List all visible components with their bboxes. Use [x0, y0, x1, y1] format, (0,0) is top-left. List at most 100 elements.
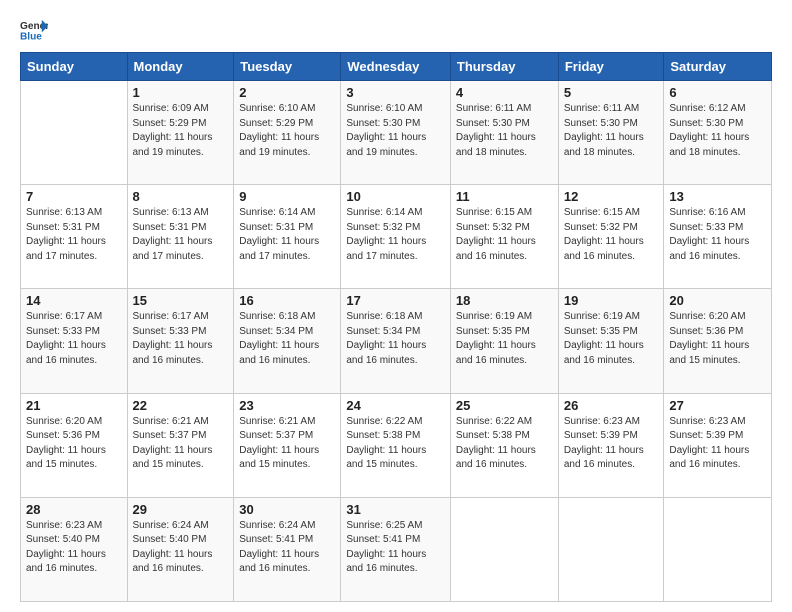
day-number: 26	[564, 398, 659, 413]
calendar-cell: 11 Sunrise: 6:15 AM Sunset: 5:32 PM Dayli…	[450, 185, 558, 289]
cell-info: Sunrise: 6:12 AM Sunset: 5:30 PM Dayligh…	[669, 102, 766, 160]
calendar-cell: 27 Sunrise: 6:23 AM Sunset: 5:39 PM Dayli…	[664, 393, 772, 497]
day-number: 21	[26, 398, 122, 413]
calendar-cell: 28 Sunrise: 6:23 AM Sunset: 5:40 PM Dayli…	[21, 497, 128, 601]
day-number: 23	[239, 398, 335, 413]
calendar-cell	[21, 81, 128, 185]
calendar-cell: 9 Sunrise: 6:14 AM Sunset: 5:31 PM Daylig…	[234, 185, 341, 289]
day-number: 12	[564, 189, 659, 204]
cell-info: Sunrise: 6:10 AM Sunset: 5:30 PM Dayligh…	[346, 102, 445, 160]
header: General Blue	[20, 18, 772, 42]
calendar-cell: 3 Sunrise: 6:10 AM Sunset: 5:30 PM Daylig…	[341, 81, 451, 185]
calendar-cell	[450, 497, 558, 601]
day-number: 14	[26, 293, 122, 308]
cell-info: Sunrise: 6:14 AM Sunset: 5:32 PM Dayligh…	[346, 206, 445, 264]
cell-info: Sunrise: 6:15 AM Sunset: 5:32 PM Dayligh…	[564, 206, 659, 264]
calendar-cell: 14 Sunrise: 6:17 AM Sunset: 5:33 PM Dayli…	[21, 289, 128, 393]
cell-info: Sunrise: 6:14 AM Sunset: 5:31 PM Dayligh…	[239, 206, 335, 264]
weekday-header-cell: Saturday	[664, 53, 772, 81]
day-number: 31	[346, 502, 445, 517]
calendar-week-row: 7 Sunrise: 6:13 AM Sunset: 5:31 PM Daylig…	[21, 185, 772, 289]
logo-icon: General Blue	[20, 18, 48, 42]
cell-info: Sunrise: 6:25 AM Sunset: 5:41 PM Dayligh…	[346, 519, 445, 577]
calendar-cell: 5Sunrise: 6:11 AM Sunset: 5:30 PM Daylig…	[558, 81, 664, 185]
day-number: 10	[346, 189, 445, 204]
cell-info: Sunrise: 6:21 AM Sunset: 5:37 PM Dayligh…	[239, 415, 335, 473]
day-number: 4	[456, 85, 553, 100]
calendar-cell: 16Sunrise: 6:18 AM Sunset: 5:34 PM Dayli…	[234, 289, 341, 393]
day-number: 8	[133, 189, 229, 204]
day-number: 2	[239, 85, 335, 100]
cell-info: Sunrise: 6:17 AM Sunset: 5:33 PM Dayligh…	[133, 310, 229, 368]
day-number: 30	[239, 502, 335, 517]
cell-info: Sunrise: 6:20 AM Sunset: 5:36 PM Dayligh…	[26, 415, 122, 473]
svg-text:Blue: Blue	[20, 31, 42, 42]
calendar-cell	[664, 497, 772, 601]
calendar-cell: 31 Sunrise: 6:25 AM Sunset: 5:41 PM Dayli…	[341, 497, 451, 601]
calendar-week-row: 21 Sunrise: 6:20 AM Sunset: 5:36 PM Dayli…	[21, 393, 772, 497]
cell-info: Sunrise: 6:24 AM Sunset: 5:40 PM Dayligh…	[133, 519, 229, 577]
calendar-cell: 19 Sunrise: 6:19 AM Sunset: 5:35 PM Dayli…	[558, 289, 664, 393]
calendar-cell: 6 Sunrise: 6:12 AM Sunset: 5:30 PM Daylig…	[664, 81, 772, 185]
calendar-week-row: 14 Sunrise: 6:17 AM Sunset: 5:33 PM Dayli…	[21, 289, 772, 393]
day-number: 19	[564, 293, 659, 308]
day-number: 11	[456, 189, 553, 204]
calendar-cell: 21 Sunrise: 6:20 AM Sunset: 5:36 PM Dayli…	[21, 393, 128, 497]
day-number: 17	[346, 293, 445, 308]
day-number: 20	[669, 293, 766, 308]
cell-info: Sunrise: 6:15 AM Sunset: 5:32 PM Dayligh…	[456, 206, 553, 264]
cell-info: Sunrise: 6:22 AM Sunset: 5:38 PM Dayligh…	[346, 415, 445, 473]
weekday-header-cell: Tuesday	[234, 53, 341, 81]
calendar-cell: 1 Sunrise: 6:09 AM Sunset: 5:29 PM Daylig…	[127, 81, 234, 185]
calendar-week-row: 28 Sunrise: 6:23 AM Sunset: 5:40 PM Dayli…	[21, 497, 772, 601]
day-number: 27	[669, 398, 766, 413]
calendar-cell: 29 Sunrise: 6:24 AM Sunset: 5:40 PM Dayli…	[127, 497, 234, 601]
cell-info: Sunrise: 6:20 AM Sunset: 5:36 PM Dayligh…	[669, 310, 766, 368]
calendar-cell: 18Sunrise: 6:19 AM Sunset: 5:35 PM Dayli…	[450, 289, 558, 393]
cell-info: Sunrise: 6:23 AM Sunset: 5:39 PM Dayligh…	[564, 415, 659, 473]
day-number: 1	[133, 85, 229, 100]
cell-info: Sunrise: 6:24 AM Sunset: 5:41 PM Dayligh…	[239, 519, 335, 577]
calendar-cell: 25Sunrise: 6:22 AM Sunset: 5:38 PM Dayli…	[450, 393, 558, 497]
calendar-cell: 13 Sunrise: 6:16 AM Sunset: 5:33 PM Dayli…	[664, 185, 772, 289]
cell-info: Sunrise: 6:17 AM Sunset: 5:33 PM Dayligh…	[26, 310, 122, 368]
day-number: 25	[456, 398, 553, 413]
day-number: 6	[669, 85, 766, 100]
calendar-cell: 10 Sunrise: 6:14 AM Sunset: 5:32 PM Dayli…	[341, 185, 451, 289]
day-number: 5	[564, 85, 659, 100]
weekday-header-cell: Thursday	[450, 53, 558, 81]
cell-info: Sunrise: 6:09 AM Sunset: 5:29 PM Dayligh…	[133, 102, 229, 160]
calendar-cell: 8Sunrise: 6:13 AM Sunset: 5:31 PM Daylig…	[127, 185, 234, 289]
weekday-header-cell: Monday	[127, 53, 234, 81]
calendar-cell: 2 Sunrise: 6:10 AM Sunset: 5:29 PM Daylig…	[234, 81, 341, 185]
cell-info: Sunrise: 6:13 AM Sunset: 5:31 PM Dayligh…	[26, 206, 122, 264]
cell-info: Sunrise: 6:10 AM Sunset: 5:29 PM Dayligh…	[239, 102, 335, 160]
calendar-cell: 20 Sunrise: 6:20 AM Sunset: 5:36 PM Dayli…	[664, 289, 772, 393]
weekday-header-cell: Sunday	[21, 53, 128, 81]
calendar-cell	[558, 497, 664, 601]
cell-info: Sunrise: 6:19 AM Sunset: 5:35 PM Dayligh…	[564, 310, 659, 368]
day-number: 28	[26, 502, 122, 517]
cell-info: Sunrise: 6:21 AM Sunset: 5:37 PM Dayligh…	[133, 415, 229, 473]
cell-info: Sunrise: 6:11 AM Sunset: 5:30 PM Dayligh…	[456, 102, 553, 160]
day-number: 9	[239, 189, 335, 204]
calendar-page: General Blue SundayMondayTuesdayWednesda…	[0, 0, 792, 612]
day-number: 13	[669, 189, 766, 204]
calendar-table: SundayMondayTuesdayWednesdayThursdayFrid…	[20, 52, 772, 602]
day-number: 29	[133, 502, 229, 517]
calendar-cell: 7 Sunrise: 6:13 AM Sunset: 5:31 PM Daylig…	[21, 185, 128, 289]
logo: General Blue	[20, 18, 48, 42]
weekday-header-cell: Friday	[558, 53, 664, 81]
weekday-header-cell: Wednesday	[341, 53, 451, 81]
calendar-cell: 15Sunrise: 6:17 AM Sunset: 5:33 PM Dayli…	[127, 289, 234, 393]
day-number: 3	[346, 85, 445, 100]
day-number: 7	[26, 189, 122, 204]
cell-info: Sunrise: 6:23 AM Sunset: 5:39 PM Dayligh…	[669, 415, 766, 473]
calendar-cell: 12 Sunrise: 6:15 AM Sunset: 5:32 PM Dayli…	[558, 185, 664, 289]
cell-info: Sunrise: 6:23 AM Sunset: 5:40 PM Dayligh…	[26, 519, 122, 577]
calendar-cell: 4 Sunrise: 6:11 AM Sunset: 5:30 PM Daylig…	[450, 81, 558, 185]
calendar-cell: 22Sunrise: 6:21 AM Sunset: 5:37 PM Dayli…	[127, 393, 234, 497]
cell-info: Sunrise: 6:18 AM Sunset: 5:34 PM Dayligh…	[239, 310, 335, 368]
calendar-body: 1 Sunrise: 6:09 AM Sunset: 5:29 PM Daylig…	[21, 81, 772, 602]
cell-info: Sunrise: 6:16 AM Sunset: 5:33 PM Dayligh…	[669, 206, 766, 264]
